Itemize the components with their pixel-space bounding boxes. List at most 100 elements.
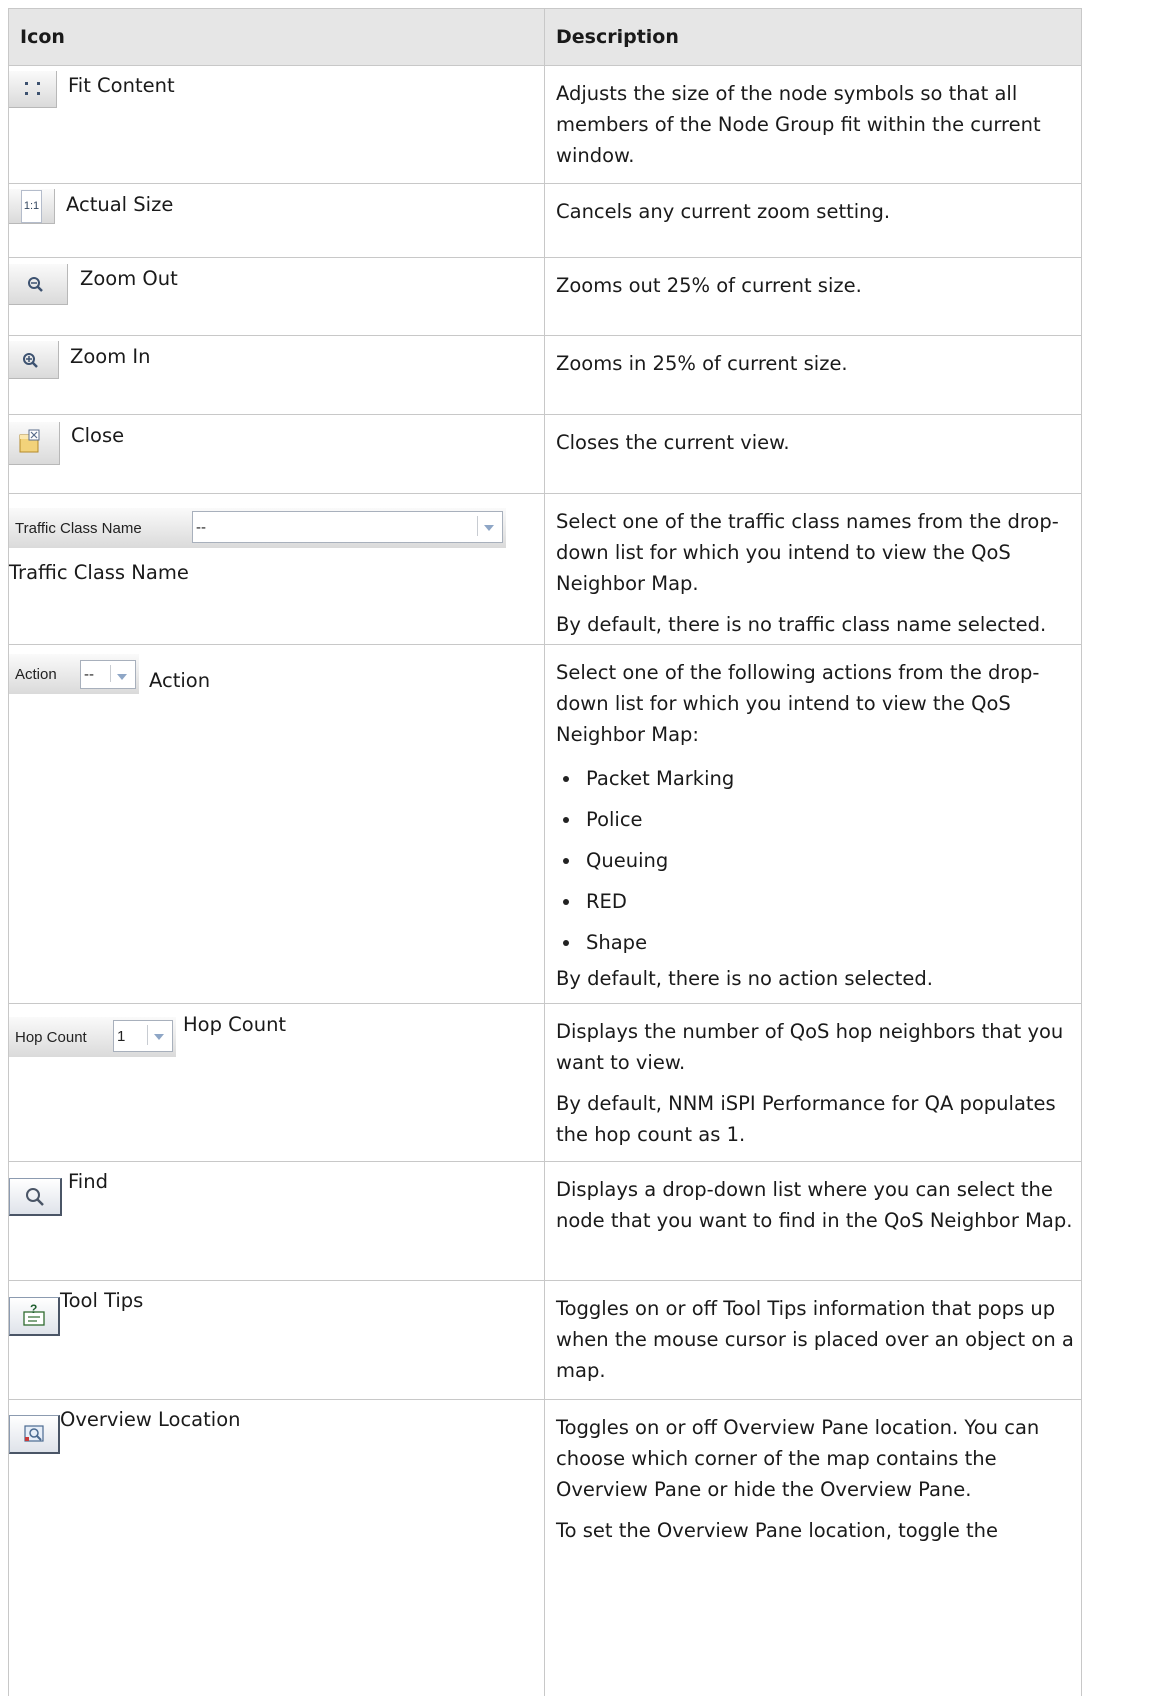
widget-label: Hop Count: [15, 1028, 87, 1046]
overview-location-button[interactable]: [9, 1414, 60, 1454]
table-row: Find Displays a drop-down list where you…: [8, 1161, 1082, 1282]
description-text: Toggles on or off Tool Tips information …: [556, 1297, 1074, 1383]
icon-cell: Action -- Action: [8, 644, 545, 1005]
find-icon: [26, 1187, 44, 1206]
row-label: Action: [149, 669, 211, 693]
description-text: Displays the number of QoS hop neighbors…: [556, 1020, 1064, 1075]
table-row: Fit Content Adjusts the size of the node…: [8, 65, 1082, 185]
zoom-out-icon: [28, 276, 43, 292]
tool-tips-icon: ?: [23, 1302, 45, 1327]
description-text: Closes the current view.: [556, 430, 790, 454]
row-label: Close: [71, 423, 125, 447]
description-text: Select one of the traffic class names fr…: [556, 510, 1059, 596]
widget-label: Action: [15, 666, 57, 684]
table-row: Zoom Out Zooms out 25% of current size.: [8, 256, 1082, 337]
description-text: Toggles on or off Overview Pane location…: [556, 1415, 1040, 1501]
zoom-out-button[interactable]: [9, 263, 68, 305]
description-text: By default, there is no traffic class na…: [556, 613, 1047, 637]
zoom-in-icon: [23, 353, 38, 369]
description-text: Zooms in 25% of current size.: [556, 352, 848, 376]
chevron-down-icon[interactable]: [147, 1025, 170, 1046]
fit-content-icon: [25, 82, 40, 96]
row-label: Zoom Out: [80, 266, 178, 290]
description-cell: Toggles on or off Tool Tips information …: [544, 1280, 1082, 1400]
icon-cell: 1:1 Actual Size: [8, 183, 545, 258]
table-header-row: Icon Description: [8, 7, 1082, 67]
icon-cell: Overview Location: [8, 1398, 545, 1696]
svg-text:?: ?: [30, 1302, 37, 1316]
close-view-icon: [19, 429, 40, 453]
description-text: Cancels any current zoom setting.: [556, 200, 891, 224]
find-button[interactable]: [9, 1178, 62, 1217]
icon-cell: Zoom Out: [8, 256, 545, 337]
icon-description-table: Icon Description Fit Content Adjusts the…: [8, 7, 1082, 1696]
table-row: 1:1 Actual Size Cancels any current zoom…: [8, 183, 1082, 258]
description-text: By default, NNM iSPI Performance for QA …: [556, 1092, 1056, 1147]
header-icon: Icon: [8, 7, 545, 67]
row-label: Find: [68, 1170, 108, 1194]
dropdown-value: --: [84, 666, 94, 684]
icon-cell: Zoom In: [8, 335, 545, 415]
description-cell: Zooms in 25% of current size.: [544, 335, 1082, 415]
header-description: Description: [544, 7, 1082, 67]
dropdown-value: --: [196, 518, 206, 536]
description-text: Select one of the following actions from…: [556, 661, 1040, 747]
table-row: Action -- Action Select one of the follo…: [8, 644, 1082, 1005]
traffic-class-name-dropdown[interactable]: --: [192, 511, 503, 544]
row-label: Zoom In: [70, 345, 151, 369]
fit-content-button[interactable]: [9, 71, 57, 109]
row-label: Tool Tips: [60, 1289, 144, 1313]
list-item: Packet Marking: [556, 758, 1081, 799]
hop-count-widget: Hop Count 1: [9, 1017, 176, 1058]
icon-cell: Hop Count 1 Hop Count: [8, 1003, 545, 1163]
description-text: Zooms out 25% of current size.: [556, 273, 862, 297]
tool-tips-button[interactable]: ?: [9, 1297, 60, 1337]
traffic-class-name-widget: Traffic Class Name --: [9, 508, 506, 549]
list-item: Queuing: [556, 840, 1081, 881]
description-cell: Closes the current view.: [544, 413, 1082, 495]
dropdown-value: 1: [117, 1027, 126, 1045]
action-dropdown[interactable]: --: [80, 660, 136, 690]
chevron-down-icon[interactable]: [110, 665, 133, 683]
overview-location-icon: [24, 1425, 44, 1442]
widget-label: Traffic Class Name: [15, 519, 142, 537]
icon-cell: Fit Content: [8, 65, 545, 185]
table-row: Overview Location Toggles on or off Over…: [8, 1398, 1082, 1696]
icon-cell: Traffic Class Name -- Traffic Class Name: [8, 493, 545, 646]
description-cell: Toggles on or off Overview Pane location…: [544, 1398, 1082, 1696]
chevron-down-icon[interactable]: [477, 516, 500, 537]
description-cell: Displays the number of QoS hop neighbors…: [544, 1003, 1082, 1163]
row-label: Fit Content: [68, 74, 175, 98]
list-item: Police: [556, 799, 1081, 840]
table-row: Hop Count 1 Hop Count Displays the numbe…: [8, 1003, 1082, 1163]
description-cell: Select one of the traffic class names fr…: [544, 493, 1082, 646]
description-text: By default, there is no action selected.: [556, 967, 933, 991]
description-cell: Cancels any current zoom setting.: [544, 183, 1082, 258]
table-row: ? Tool Tips Toggles on or off Tool Tips …: [8, 1280, 1082, 1400]
description-cell: Adjusts the size of the node symbols so …: [544, 65, 1082, 185]
close-view-button[interactable]: [9, 421, 60, 465]
table-row: Zoom In Zooms in 25% of current size.: [8, 335, 1082, 415]
row-label: Traffic Class Name: [9, 561, 189, 585]
description-text: To set the Overview Pane location, toggl…: [556, 1518, 999, 1542]
list-item: RED: [556, 881, 1081, 922]
row-label: Hop Count: [183, 1013, 287, 1037]
row-label: Overview Location: [60, 1407, 241, 1431]
hop-count-dropdown[interactable]: 1: [113, 1020, 173, 1053]
action-widget: Action --: [9, 654, 139, 695]
description-cell: Select one of the following actions from…: [544, 644, 1082, 1005]
icon-cell: Find: [8, 1161, 545, 1282]
actual-size-icon: 1:1: [9, 189, 54, 223]
description-cell: Zooms out 25% of current size.: [544, 256, 1082, 337]
table-row: Close Closes the current view.: [8, 413, 1082, 495]
row-label: Actual Size: [66, 193, 174, 217]
zoom-in-button[interactable]: [9, 341, 59, 380]
list-item: Shape: [556, 922, 1081, 963]
description-text: Displays a drop-down list where you can …: [556, 1178, 1073, 1233]
icon-cell: ? Tool Tips: [8, 1280, 545, 1400]
actual-size-button[interactable]: 1:1: [9, 189, 55, 225]
action-list: Packet Marking Police Queuing RED Shape: [556, 750, 1081, 963]
description-text: Adjusts the size of the node symbols so …: [556, 82, 1041, 168]
icon-cell: Close: [8, 413, 545, 495]
description-cell: Displays a drop-down list where you can …: [544, 1161, 1082, 1282]
